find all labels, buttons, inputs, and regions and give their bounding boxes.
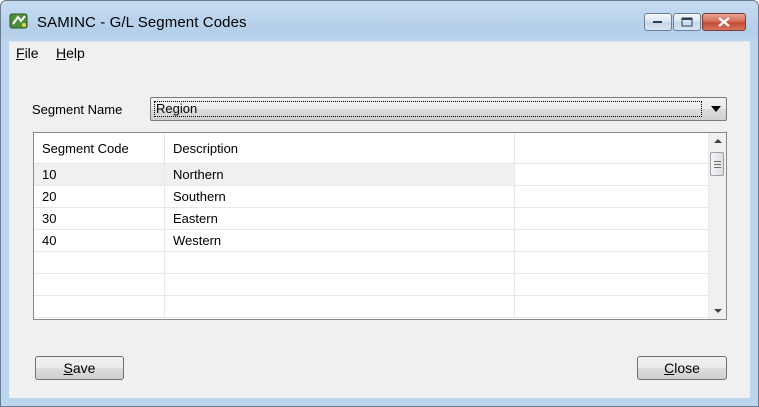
segment-code-cell[interactable]: 40	[34, 230, 165, 251]
segment-name-value: Region	[154, 101, 702, 117]
menu-file-accel: F	[16, 45, 25, 61]
table-row[interactable]: 30 Eastern	[34, 208, 709, 230]
menu-file[interactable]: File	[16, 45, 39, 61]
save-button[interactable]: Save	[35, 356, 124, 380]
description-cell[interactable]	[165, 252, 515, 273]
table-row[interactable]	[34, 296, 709, 318]
segment-code-cell[interactable]: 30	[34, 208, 165, 229]
extra-cell[interactable]	[515, 186, 709, 207]
scrollbar-thumb[interactable]	[710, 152, 724, 176]
vertical-scrollbar[interactable]	[708, 133, 726, 319]
maximize-button[interactable]	[673, 13, 701, 31]
description-cell[interactable]	[165, 274, 515, 295]
dialog-body: Segment Name Region Segment Code Descrip…	[9, 65, 750, 398]
description-cell[interactable]: Southern	[165, 186, 515, 207]
minimize-button[interactable]	[644, 13, 672, 31]
segment-name-label: Segment Name	[32, 102, 123, 117]
minimize-icon	[653, 21, 662, 23]
table-row[interactable]: 10 Northern	[34, 164, 709, 186]
segment-code-cell[interactable]: 20	[34, 186, 165, 207]
close-accel: C	[664, 360, 675, 376]
maximize-icon	[681, 17, 693, 27]
extra-cell[interactable]	[515, 230, 709, 251]
app-icon	[9, 12, 29, 30]
menu-help-accel: H	[56, 45, 67, 61]
segment-code-cell[interactable]	[34, 252, 165, 273]
menu-bar: File Help	[9, 41, 750, 66]
segment-name-select[interactable]: Region	[150, 97, 727, 121]
save-label: ave	[72, 360, 96, 376]
menu-help[interactable]: Help	[56, 45, 85, 61]
menu-file-label: ile	[24, 45, 39, 61]
extra-cell[interactable]	[515, 208, 709, 229]
table-row[interactable]	[34, 274, 709, 296]
column-header-description[interactable]: Description	[165, 133, 515, 163]
close-label: lose	[674, 360, 700, 376]
title-bar[interactable]: SAMINC - G/L Segment Codes	[1, 1, 758, 41]
window-title: SAMINC - G/L Segment Codes	[37, 14, 247, 31]
extra-cell[interactable]	[515, 164, 709, 185]
column-header-segment-code[interactable]: Segment Code	[34, 133, 165, 163]
close-icon	[718, 17, 730, 27]
extra-cell[interactable]	[515, 274, 709, 295]
table-row[interactable]	[34, 252, 709, 274]
grid-header: Segment Code Description	[34, 133, 709, 164]
segment-code-cell[interactable]	[34, 274, 165, 295]
segment-codes-grid[interactable]: Segment Code Description 10 Northern 20 …	[33, 132, 727, 320]
description-cell[interactable]: Western	[165, 230, 515, 251]
segment-code-cell[interactable]: 10	[34, 164, 165, 185]
description-cell[interactable]	[165, 296, 515, 317]
description-cell[interactable]: Eastern	[165, 208, 515, 229]
column-header-extra[interactable]	[515, 133, 709, 163]
close-button[interactable]: Close	[637, 356, 727, 380]
extra-cell[interactable]	[515, 296, 709, 317]
app-window: SAMINC - G/L Segment Codes File Help Seg…	[0, 0, 759, 407]
segment-code-cell[interactable]	[34, 296, 165, 317]
chevron-down-icon[interactable]	[711, 106, 721, 112]
description-cell[interactable]: Northern	[165, 164, 515, 185]
menu-help-label: elp	[66, 45, 85, 61]
table-row[interactable]: 20 Southern	[34, 186, 709, 208]
extra-cell[interactable]	[515, 252, 709, 273]
save-accel: S	[63, 360, 73, 376]
scroll-down-arrow-icon[interactable]	[709, 302, 726, 319]
close-window-button[interactable]	[702, 13, 746, 31]
table-row[interactable]: 40 Western	[34, 230, 709, 252]
scroll-up-arrow-icon[interactable]	[709, 133, 726, 150]
